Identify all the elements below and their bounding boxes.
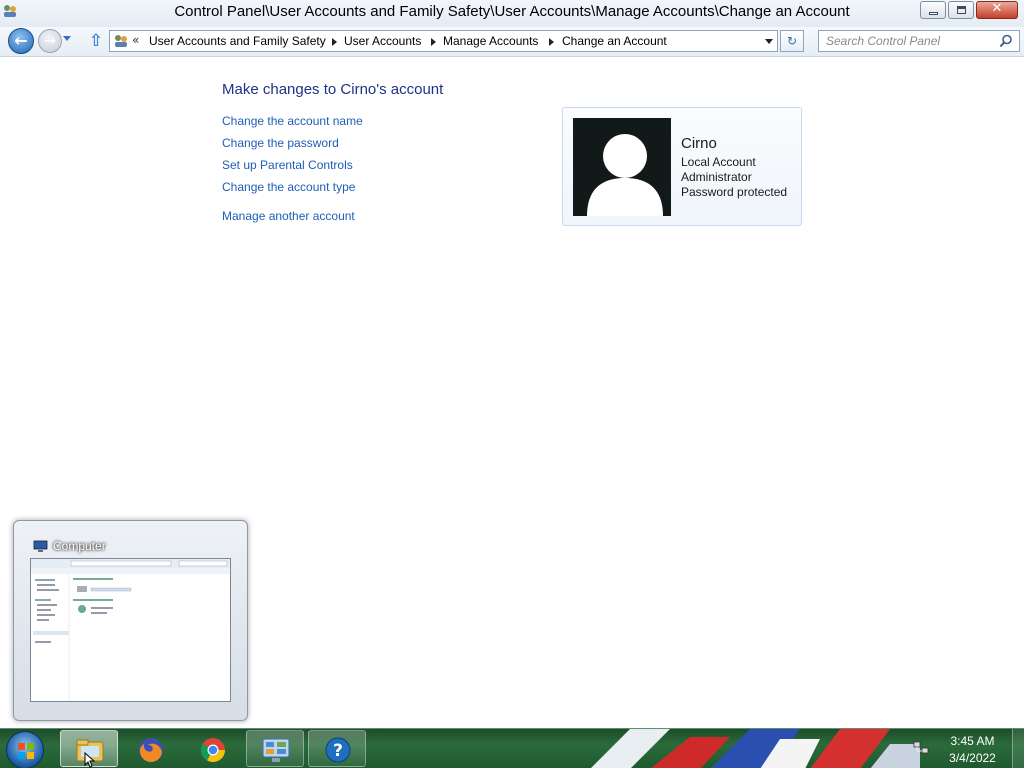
help-icon: ?	[325, 737, 351, 763]
computer-icon	[33, 540, 48, 552]
taskbar-thumbnail-preview[interactable]: Computer	[13, 520, 248, 721]
network-icon[interactable]	[913, 741, 929, 755]
control-panel-icon	[262, 738, 290, 762]
taskbar-item-chrome[interactable]	[183, 730, 241, 767]
breadcrumb-overflow[interactable]: «	[132, 33, 139, 47]
thumbnail-image[interactable]	[30, 558, 231, 702]
maximize-button[interactable]	[948, 1, 974, 19]
close-icon: ✕	[991, 1, 1003, 16]
account-card: Cirno Local Account Administrator Passwo…	[562, 107, 802, 226]
search-input[interactable]: Search Control Panel	[818, 30, 1020, 52]
thumbnail-title: Computer	[53, 539, 106, 553]
firefox-icon	[139, 738, 163, 763]
show-desktop-button[interactable]	[1012, 729, 1024, 768]
navigation-bar: ← → ⇧ « User Accounts and Family Safety …	[0, 27, 1024, 57]
svg-text:?: ?	[333, 741, 343, 761]
breadcrumb-arrow-icon[interactable]	[431, 38, 436, 46]
taskbar-item-firefox[interactable]	[121, 730, 179, 767]
mouse-cursor-icon	[84, 752, 96, 768]
change-account-name-link[interactable]: Change the account name	[222, 114, 363, 128]
windows-logo-icon	[18, 743, 34, 759]
account-password-status: Password protected	[681, 185, 788, 199]
back-button[interactable]: ←	[8, 28, 34, 54]
manage-another-account-link[interactable]: Manage another account	[222, 209, 355, 223]
recent-pages-dropdown[interactable]	[63, 36, 71, 41]
account-name: Cirno	[681, 135, 717, 152]
user-silhouette-icon	[587, 134, 663, 216]
breadcrumb-arrow-icon[interactable]	[549, 38, 554, 46]
window-title: Control Panel\User Accounts and Family S…	[174, 3, 850, 20]
maximize-icon	[957, 6, 966, 14]
change-account-type-link[interactable]: Change the account type	[222, 180, 355, 194]
breadcrumb-arrow-icon[interactable]	[332, 38, 337, 46]
start-button[interactable]	[6, 731, 44, 768]
search-icon[interactable]	[999, 34, 1013, 48]
taskbar-item-help[interactable]: ?	[308, 730, 366, 767]
chrome-icon	[200, 738, 225, 763]
parental-controls-link[interactable]: Set up Parental Controls	[222, 158, 353, 172]
close-button[interactable]: ✕	[976, 1, 1018, 19]
address-bar[interactable]: « User Accounts and Family Safety User A…	[109, 30, 778, 52]
account-type-local: Local Account	[681, 155, 756, 169]
control-panel-icon	[115, 35, 127, 47]
wallpaper-fragment	[591, 729, 920, 768]
forward-button[interactable]: →	[38, 29, 62, 53]
clock-time[interactable]: 3:45 AM	[940, 734, 1005, 748]
page-title: Make changes to Cirno's account	[222, 81, 444, 98]
up-button[interactable]: ⇧	[86, 31, 106, 51]
change-password-link[interactable]: Change the password	[222, 136, 339, 150]
account-role: Administrator	[681, 170, 752, 184]
minimize-icon	[929, 12, 938, 15]
window-titlebar[interactable]: Control Panel\User Accounts and Family S…	[0, 0, 1024, 27]
address-dropdown-icon[interactable]	[765, 39, 773, 44]
minimize-button[interactable]	[920, 1, 946, 19]
taskbar: ? 3:45 AM 3/4/2022	[0, 728, 1024, 768]
breadcrumb-current[interactable]: Change an Account	[562, 34, 667, 48]
explorer-window-miniature	[31, 559, 230, 701]
clock-date[interactable]: 3/4/2022	[940, 751, 1005, 765]
taskbar-item-control-panel[interactable]	[246, 730, 304, 767]
breadcrumb-item[interactable]: Manage Accounts	[443, 34, 538, 48]
search-placeholder: Search Control Panel	[826, 34, 941, 48]
breadcrumb-item[interactable]: User Accounts and Family Safety	[149, 34, 326, 48]
avatar	[573, 118, 671, 216]
refresh-button[interactable]: ↻	[780, 30, 804, 52]
breadcrumb-item[interactable]: User Accounts	[344, 34, 421, 48]
